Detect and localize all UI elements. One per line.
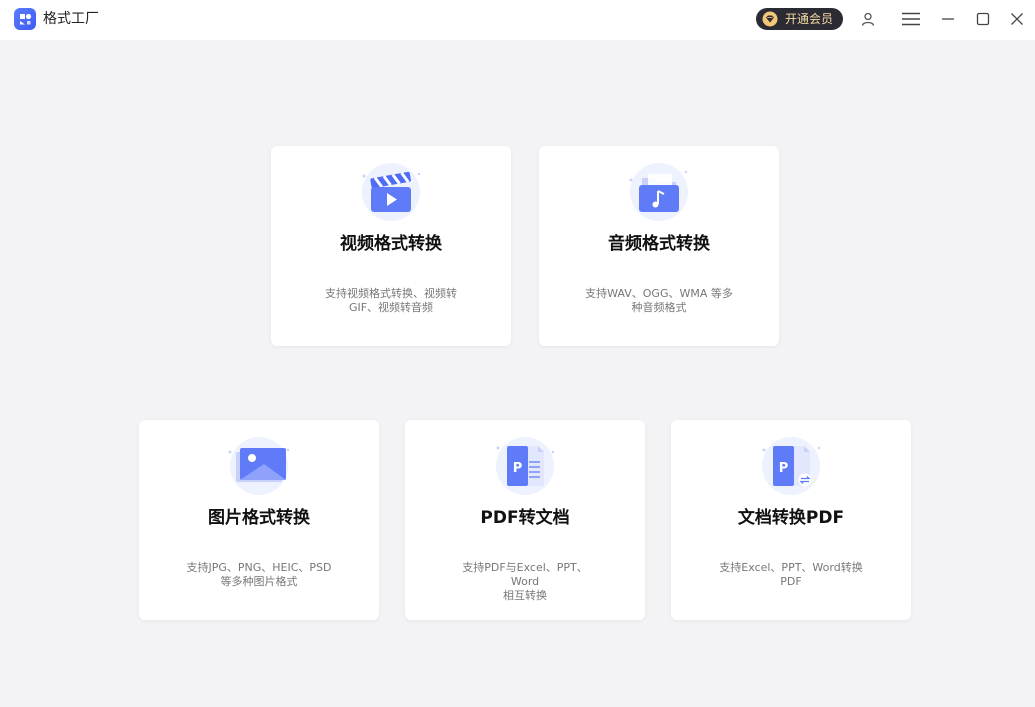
- audio-format-convert-card[interactable]: 音频格式转换 支持WAV、OGG、WMA 等多 种音频格式: [539, 146, 779, 346]
- title-bar: 格式工厂 开通会员: [0, 0, 1035, 40]
- card-title: 音频格式转换: [608, 234, 710, 254]
- doc-to-pdf-icon: P: [756, 434, 826, 498]
- document-to-pdf-card[interactable]: P 文档转换PDF 支持Excel、PPT、Word转换 PDF: [671, 420, 911, 620]
- vip-button-label: 开通会员: [785, 12, 834, 26]
- card-title: 文档转换PDF: [737, 508, 845, 528]
- card-description: 支持PDF与Excel、PPT、Word 相互转换: [449, 561, 601, 603]
- card-description-line: 支持WAV、OGG、WMA 等多: [585, 287, 733, 300]
- card-description-line: 等多种图片格式: [220, 575, 298, 588]
- vip-membership-button[interactable]: 开通会员: [756, 8, 843, 30]
- card-description-line: 支持视频格式转换、视频转: [325, 287, 457, 300]
- menu-icon[interactable]: [898, 6, 924, 32]
- minimize-icon[interactable]: [935, 6, 961, 32]
- pdf-to-doc-icon: P: [490, 434, 560, 498]
- card-description-line: 支持Excel、PPT、Word转换: [719, 561, 863, 574]
- card-title: 图片格式转换: [208, 508, 310, 528]
- svg-text:P: P: [779, 461, 789, 476]
- pdf-to-document-card[interactable]: P PDF转文档 支持PDF与Excel、PPT、Word 相互转换: [405, 420, 645, 620]
- image-format-convert-card[interactable]: 图片格式转换 支持JPG、PNG、HEIC、PSD 等多种图片格式: [139, 420, 379, 620]
- app-logo-icon: [14, 8, 36, 30]
- diamond-icon: [762, 11, 778, 27]
- card-title: 视频格式转换: [340, 234, 442, 254]
- card-description: 支持WAV、OGG、WMA 等多 种音频格式: [583, 287, 735, 315]
- card-description-line: 种音频格式: [631, 301, 687, 314]
- user-icon[interactable]: [855, 6, 881, 32]
- card-description: 支持JPG、PNG、HEIC、PSD 等多种图片格式: [183, 561, 335, 589]
- svg-text:P: P: [513, 461, 523, 476]
- close-icon[interactable]: [1004, 6, 1030, 32]
- app-title: 格式工厂: [43, 11, 99, 27]
- audio-folder-icon: [624, 160, 694, 224]
- card-description: 支持Excel、PPT、Word转换 PDF: [715, 561, 867, 589]
- card-description: 支持视频格式转换、视频转 GIF、视频转音频: [315, 287, 467, 315]
- maximize-icon[interactable]: [970, 6, 996, 32]
- card-description-line: GIF、视频转音频: [348, 301, 434, 314]
- card-description-line: 支持PDF与Excel、PPT、Word: [462, 561, 588, 588]
- card-description-line: 相互转换: [503, 589, 547, 602]
- card-title: PDF转文档: [480, 508, 570, 528]
- video-clapper-icon: [356, 160, 426, 224]
- card-description-line: 支持JPG、PNG、HEIC、PSD: [186, 561, 332, 574]
- image-icon: [224, 434, 294, 498]
- card-description-line: PDF: [780, 575, 802, 588]
- video-format-convert-card[interactable]: 视频格式转换 支持视频格式转换、视频转 GIF、视频转音频: [271, 146, 511, 346]
